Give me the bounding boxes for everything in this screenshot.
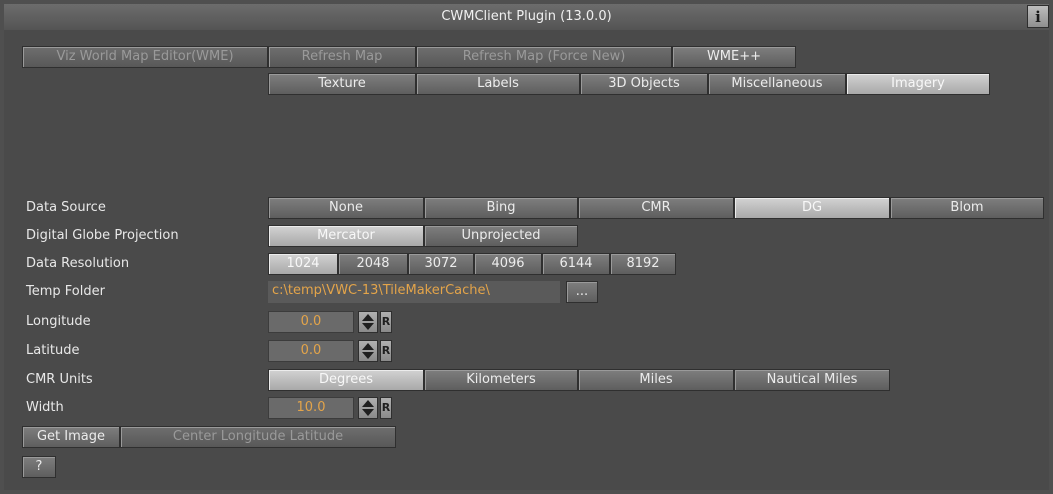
resolution-label: Data Resolution — [26, 256, 130, 271]
resolution-2048[interactable]: 2048 — [338, 253, 408, 275]
temp-folder-label: Temp Folder — [26, 284, 105, 299]
cmr-units-miles[interactable]: Miles — [578, 369, 734, 391]
resolution-1024[interactable]: 1024 — [268, 253, 338, 275]
resolution-3072[interactable]: 3072 — [408, 253, 474, 275]
longitude-label: Longitude — [26, 314, 91, 329]
wme-plus-button[interactable]: WME++ — [672, 46, 796, 68]
spinner-up-icon[interactable] — [362, 343, 374, 350]
help-button[interactable]: ? — [22, 456, 56, 478]
cmr-units-label: CMR Units — [26, 372, 93, 387]
cmr-units-kilometers[interactable]: Kilometers — [424, 369, 578, 391]
resolution-8192[interactable]: 8192 — [610, 253, 676, 275]
width-reset-button[interactable]: R — [380, 397, 392, 419]
width-input[interactable]: 10.0 — [268, 397, 354, 419]
latitude-spinner[interactable] — [358, 340, 378, 362]
projection-label: Digital Globe Projection — [26, 228, 179, 243]
plugin-title: CWMClient Plugin (13.0.0) — [441, 9, 612, 24]
cmr-units-degrees[interactable]: Degrees — [268, 369, 424, 391]
resolution-6144[interactable]: 6144 — [542, 253, 610, 275]
refresh-map-force-button[interactable]: Refresh Map (Force New) — [416, 46, 672, 68]
latitude-input[interactable]: 0.0 — [268, 340, 354, 362]
tab-miscellaneous[interactable]: Miscellaneous — [708, 73, 846, 95]
info-button[interactable]: i — [1027, 5, 1049, 28]
spinner-down-icon[interactable] — [362, 323, 374, 330]
plugin-title-bar: CWMClient Plugin (13.0.0) i — [4, 4, 1049, 31]
spinner-up-icon[interactable] — [362, 314, 374, 321]
cmr-units-nautical-miles[interactable]: Nautical Miles — [734, 369, 890, 391]
plugin-panel: Viz World Map Editor(WME) Refresh Map Re… — [4, 30, 1049, 490]
spinner-up-icon[interactable] — [362, 400, 374, 407]
projection-mercator[interactable]: Mercator — [268, 225, 424, 247]
refresh-map-button[interactable]: Refresh Map — [268, 46, 416, 68]
spinner-down-icon[interactable] — [362, 409, 374, 416]
tab-labels[interactable]: Labels — [416, 73, 580, 95]
center-longitude-latitude-button[interactable]: Center Longitude Latitude — [120, 426, 396, 448]
resolution-4096[interactable]: 4096 — [474, 253, 542, 275]
longitude-reset-button[interactable]: R — [380, 311, 392, 333]
data-source-blom[interactable]: Blom — [890, 197, 1044, 219]
tab-3d-objects[interactable]: 3D Objects — [580, 73, 708, 95]
longitude-spinner[interactable] — [358, 311, 378, 333]
data-source-dg[interactable]: DG — [734, 197, 890, 219]
width-spinner[interactable] — [358, 397, 378, 419]
data-source-label: Data Source — [26, 200, 106, 215]
spinner-down-icon[interactable] — [362, 352, 374, 359]
tab-imagery[interactable]: Imagery — [846, 73, 990, 95]
latitude-reset-button[interactable]: R — [380, 340, 392, 362]
width-label: Width — [26, 400, 64, 415]
data-source-bing[interactable]: Bing — [424, 197, 578, 219]
projection-unprojected[interactable]: Unprojected — [424, 225, 578, 247]
get-image-button[interactable]: Get Image — [22, 426, 120, 448]
temp-folder-input[interactable]: c:\temp\VWC-13\TileMakerCache\ — [268, 281, 560, 303]
temp-folder-browse-button[interactable]: ... — [566, 281, 598, 303]
latitude-label: Latitude — [26, 343, 80, 358]
tab-texture[interactable]: Texture — [268, 73, 416, 95]
longitude-input[interactable]: 0.0 — [268, 311, 354, 333]
wme-button[interactable]: Viz World Map Editor(WME) — [22, 46, 268, 68]
data-source-cmr[interactable]: CMR — [578, 197, 734, 219]
data-source-none[interactable]: None — [268, 197, 424, 219]
